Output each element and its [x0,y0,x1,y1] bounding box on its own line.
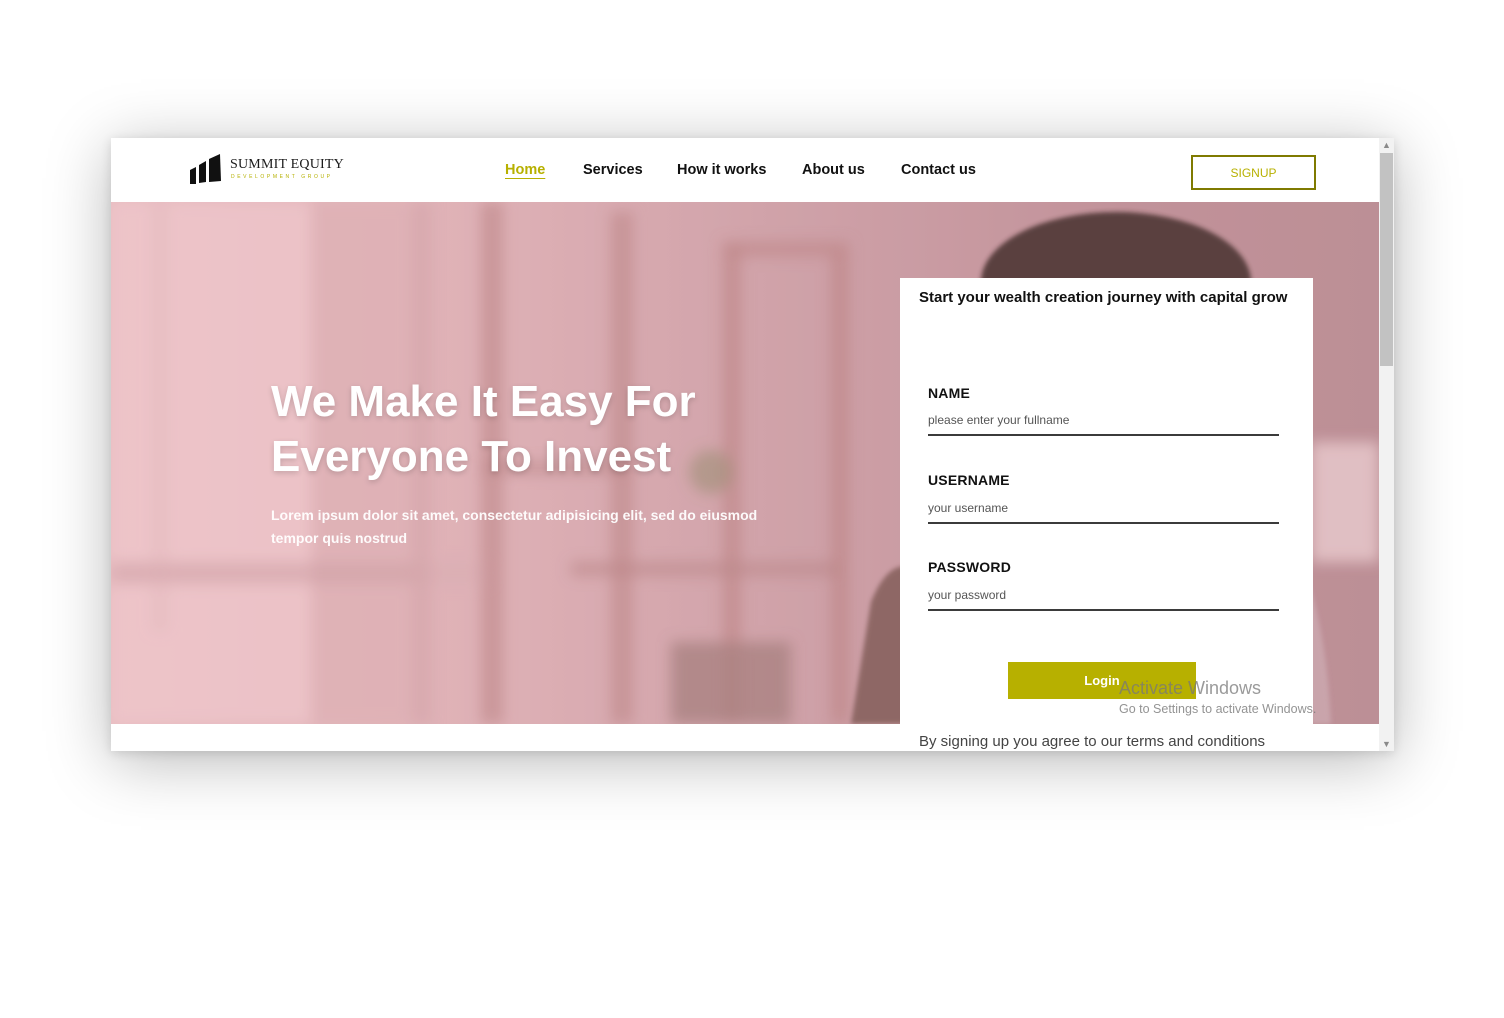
name-input[interactable] [928,406,1279,436]
nav-services[interactable]: Services [583,162,643,178]
brand-name: SUMMIT EQUITY [230,157,344,172]
scrollbar-thumb[interactable] [1380,153,1393,366]
brand-subtitle: DEVELOPMENT GROUP [231,174,333,180]
logo-bars-icon [190,154,221,184]
form-title: Start your wealth creation journey with … [919,289,1288,306]
browser-viewport: SUMMIT EQUITY DEVELOPMENT GROUP Home Ser… [111,138,1394,751]
signup-form-card: Start your wealth creation journey with … [900,278,1313,751]
vertical-scrollbar[interactable]: ▲ ▼ [1379,138,1394,751]
nav-home[interactable]: Home [505,162,545,178]
username-input[interactable] [928,494,1279,524]
nav-contact-us[interactable]: Contact us [901,162,976,178]
password-label: PASSWORD [928,559,1012,575]
terms-text: By signing up you agree to our terms and… [919,733,1266,750]
login-button[interactable]: Login [1008,662,1196,699]
chevron-down-icon[interactable]: ▼ [1379,737,1394,751]
signup-button[interactable]: SIGNUP [1191,155,1316,190]
nav-how-it-works[interactable]: How it works [677,162,766,178]
hero-subtitle: Lorem ipsum dolor sit amet, consectetur … [271,507,758,546]
chevron-up-icon[interactable]: ▲ [1379,138,1394,152]
site-header: SUMMIT EQUITY DEVELOPMENT GROUP Home Ser… [111,138,1379,202]
name-label: NAME [928,385,971,401]
hero-title: We Make It Easy For Everyone To Invest [271,377,696,481]
nav-about-us[interactable]: About us [802,162,865,178]
password-input[interactable] [928,581,1279,611]
username-label: USERNAME [928,472,1010,488]
